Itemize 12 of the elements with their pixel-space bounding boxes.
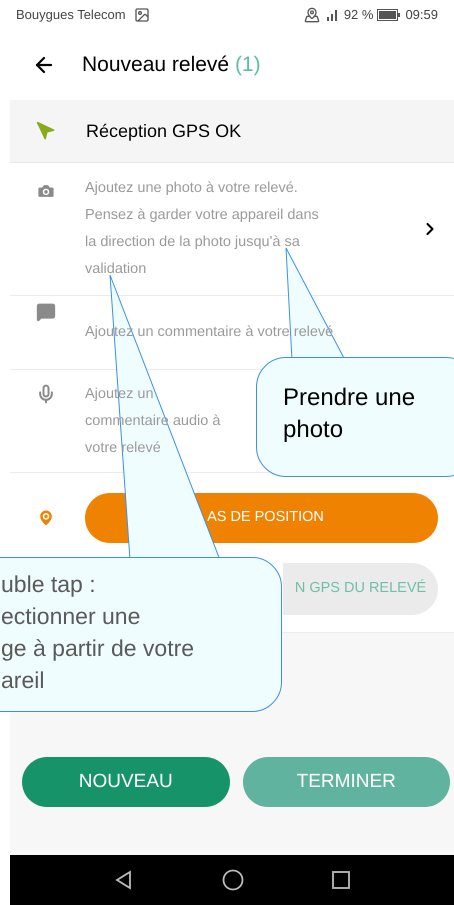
record-count: (1) bbox=[234, 53, 261, 76]
page-title: Nouveau relevé bbox=[82, 53, 230, 76]
action-button[interactable]: TERMINER bbox=[242, 757, 450, 807]
callout-text: Prendre une photo bbox=[283, 383, 416, 445]
carrier-name: Bouygues Telecom bbox=[16, 6, 126, 24]
option-text: Ajoutez une photo à votre relevé. Pensez à garder votre appareil dans la direction de la photo jusqu'à sa validation bbox=[85, 179, 320, 279]
callout-text: uble tap : ectionner une ge à partir de votre areil bbox=[1, 570, 196, 695]
action-button[interactable]: NOUVEAU bbox=[22, 757, 230, 807]
gps-status-text: Réception GPS OK bbox=[86, 120, 242, 143]
battery-percent: 92 % bbox=[344, 6, 374, 24]
clock-time: 09:59 bbox=[405, 6, 438, 24]
gps-position-button[interactable]: N GPS DU RELEVÉ bbox=[283, 563, 438, 615]
